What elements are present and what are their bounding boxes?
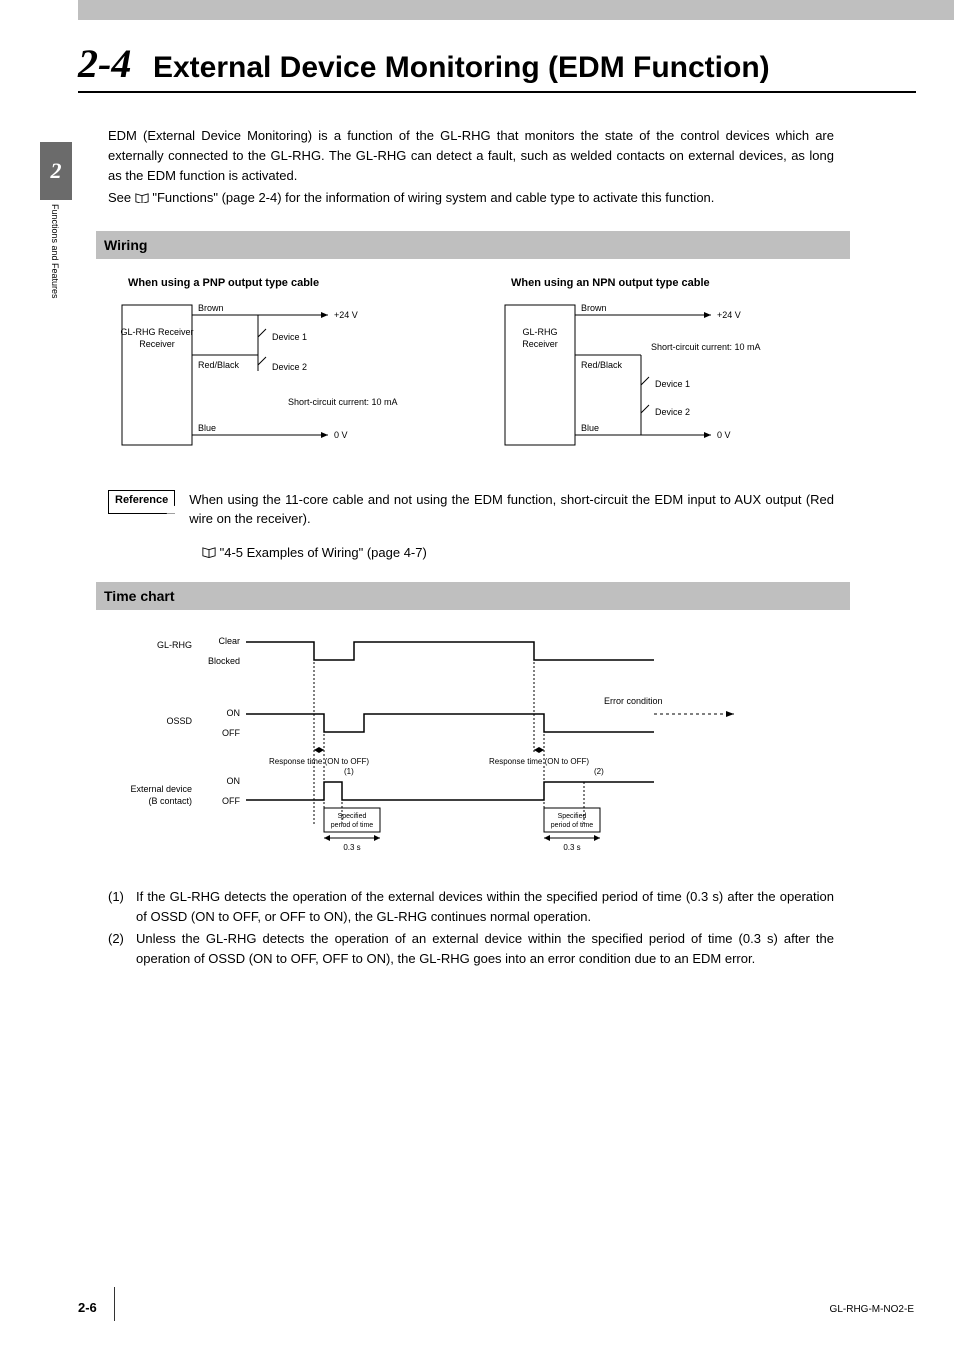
- pnp-title: When using a PNP output type cable: [128, 277, 451, 289]
- book-icon: [202, 546, 216, 557]
- svg-text:GL-RHG: GL-RHG: [522, 327, 557, 337]
- note-1-text: If the GL-RHG detects the operation of t…: [136, 887, 834, 927]
- timechart-heading: Time chart: [96, 582, 850, 610]
- svg-text:Brown: Brown: [581, 303, 607, 313]
- intro-text: EDM (External Device Monitoring) is a fu…: [108, 126, 834, 209]
- svg-text:Red/Black: Red/Black: [581, 360, 623, 370]
- reference-link: "4-5 Examples of Wiring" (page 4-7): [202, 545, 834, 560]
- svg-text:GL-RHG: GL-RHG: [157, 640, 192, 650]
- chapter-tab: 2: [40, 142, 72, 200]
- svg-text:period of time: period of time: [551, 822, 594, 829]
- reference-block: Reference When using the 11-core cable a…: [108, 490, 834, 529]
- svg-text:0.3 s: 0.3 s: [563, 843, 580, 852]
- section-title: External Device Monitoring (EDM Function…: [153, 51, 770, 85]
- svg-text:ON: ON: [227, 776, 241, 786]
- intro-p1: EDM (External Device Monitoring) is a fu…: [108, 126, 834, 186]
- svg-text:Blue: Blue: [581, 423, 599, 433]
- svg-text:Device 1: Device 1: [272, 332, 307, 342]
- svg-text:Device 1: Device 1: [655, 379, 690, 389]
- svg-text:ON: ON: [227, 708, 241, 718]
- svg-text:(B contact): (B contact): [148, 796, 192, 806]
- page-content: EDM (External Device Monitoring) is a fu…: [108, 126, 834, 971]
- svg-text:+24 V: +24 V: [334, 310, 358, 320]
- svg-text:Device 2: Device 2: [272, 362, 307, 372]
- svg-text:+24 V: +24 V: [717, 310, 741, 320]
- pnp-box-l1: GL-RHG Receiver: [120, 327, 193, 337]
- top-tab: [78, 0, 954, 20]
- svg-text:Error condition: Error condition: [604, 696, 663, 706]
- svg-text:Specified: Specified: [558, 813, 587, 820]
- book-icon: [135, 189, 149, 200]
- svg-text:Short-circuit current: 10 mA: Short-circuit current: 10 mA: [651, 342, 761, 352]
- section-number: 2-4: [78, 40, 131, 87]
- wiring-heading: Wiring: [96, 231, 850, 259]
- svg-text:Red/Black: Red/Black: [198, 360, 240, 370]
- footer-page-number: 2-6: [78, 1300, 97, 1315]
- svg-text:Receiver: Receiver: [139, 339, 175, 349]
- svg-text:Response time (ON to OFF): Response time (ON to OFF): [269, 757, 369, 766]
- note-2-text: Unless the GL-RHG detects the operation …: [136, 929, 834, 969]
- npn-diagram: When using an NPN output type cable GL-R…: [491, 277, 834, 468]
- svg-text:Specified: Specified: [338, 813, 367, 820]
- reference-label: Reference: [108, 490, 175, 514]
- svg-text:(2): (2): [594, 767, 604, 776]
- npn-svg: GL-RHG Receiver Brown +24 V Red/Black Sh…: [491, 295, 831, 465]
- svg-text:period of time: period of time: [331, 822, 374, 829]
- reference-link-text: "4-5 Examples of Wiring" (page 4-7): [220, 545, 427, 560]
- wiring-diagrams: When using a PNP output type cable GL-RH…: [108, 277, 834, 468]
- svg-text:External device: External device: [130, 784, 192, 794]
- intro-suffix: for the information of wiring system and…: [282, 190, 715, 205]
- note-2-num: (2): [108, 929, 136, 969]
- pnp-svg: GL-RHG Receiver Receiver Brown +24 V Red…: [108, 295, 448, 465]
- footer-doc-id: GL-RHG-M-NO2-E: [830, 1304, 914, 1315]
- side-label: Functions and Features: [50, 204, 60, 299]
- svg-text:(1): (1): [344, 767, 354, 776]
- svg-text:Device 2: Device 2: [655, 407, 690, 417]
- svg-text:Clear: Clear: [218, 636, 240, 646]
- section-heading: 2-4 External Device Monitoring (EDM Func…: [78, 40, 916, 93]
- svg-text:Response time (ON to OFF): Response time (ON to OFF): [489, 757, 589, 766]
- footer-divider: [114, 1287, 115, 1321]
- svg-text:OFF: OFF: [222, 796, 240, 806]
- npn-title: When using an NPN output type cable: [511, 277, 834, 289]
- timechart-svg: GL-RHG OSSD External device (B contact) …: [114, 624, 814, 864]
- note-1-num: (1): [108, 887, 136, 927]
- reference-text: When using the 11-core cable and not usi…: [189, 490, 834, 529]
- svg-text:Blocked: Blocked: [208, 656, 240, 666]
- intro-link: "Functions" (page 2-4): [152, 190, 281, 205]
- svg-text:Brown: Brown: [198, 303, 224, 313]
- svg-text:0 V: 0 V: [717, 430, 731, 440]
- svg-text:OFF: OFF: [222, 728, 240, 738]
- svg-text:Short-circuit current: 10 mA: Short-circuit current: 10 mA: [288, 397, 398, 407]
- note-1: (1) If the GL-RHG detects the operation …: [108, 887, 834, 927]
- svg-text:0.3 s: 0.3 s: [343, 843, 360, 852]
- intro-p2: See "Functions" (page 2-4) for the infor…: [108, 188, 834, 208]
- svg-text:OSSD: OSSD: [166, 716, 192, 726]
- timechart-notes: (1) If the GL-RHG detects the operation …: [108, 887, 834, 970]
- svg-text:0 V: 0 V: [334, 430, 348, 440]
- note-2: (2) Unless the GL-RHG detects the operat…: [108, 929, 834, 969]
- svg-text:Receiver: Receiver: [522, 339, 558, 349]
- pnp-diagram: When using a PNP output type cable GL-RH…: [108, 277, 451, 468]
- svg-text:Blue: Blue: [198, 423, 216, 433]
- intro-see: See: [108, 190, 135, 205]
